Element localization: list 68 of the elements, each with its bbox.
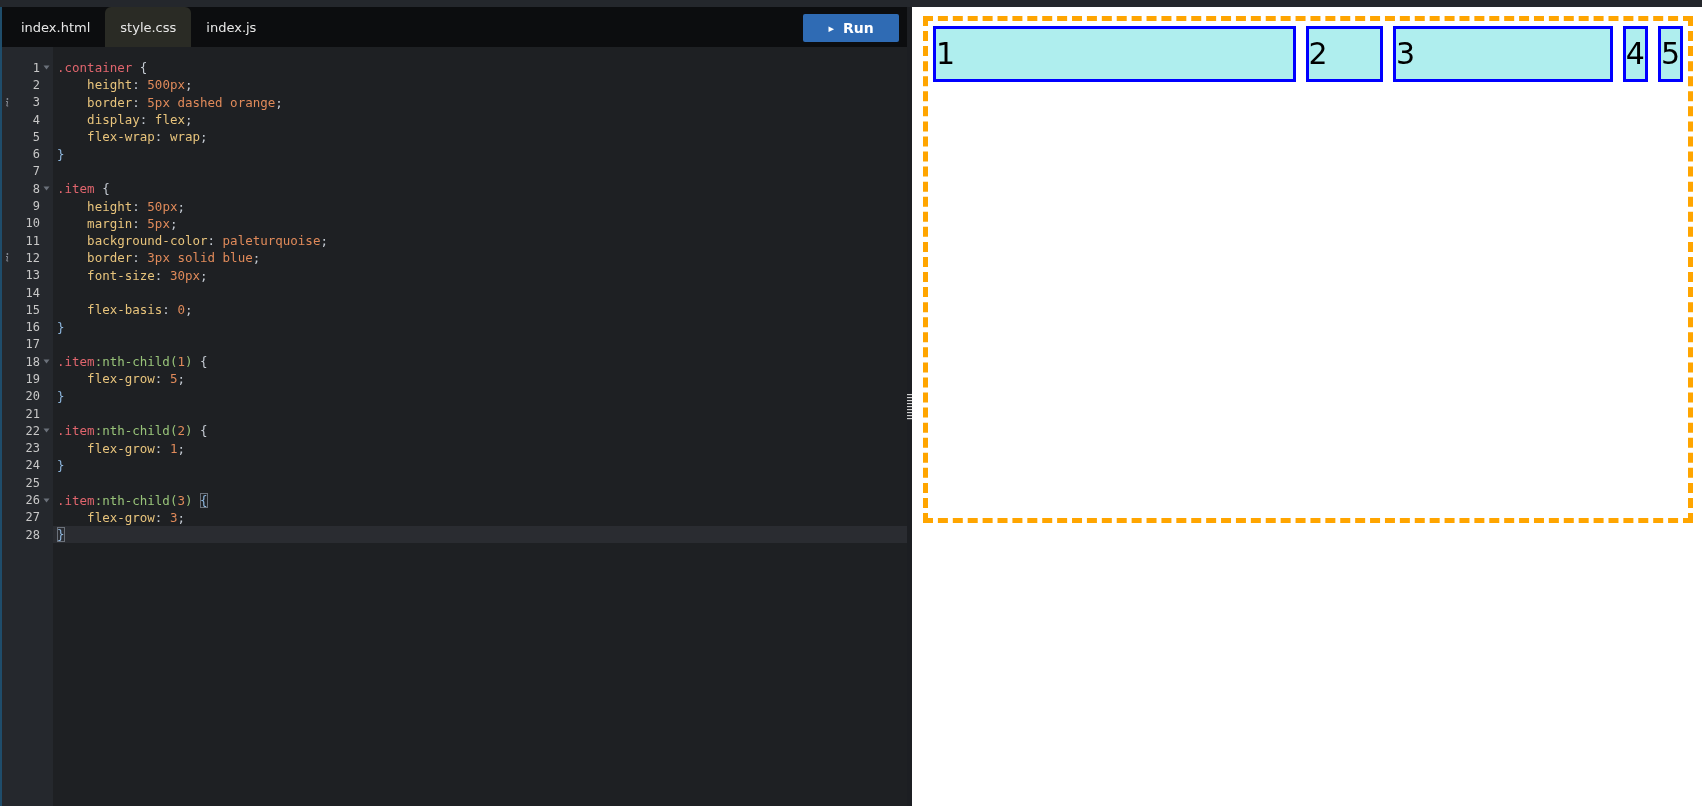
grip-icon[interactable]: [907, 392, 912, 421]
code-text: border: 3px solid blue;: [86, 250, 261, 266]
code-text: .item:nth-child(2) {: [57, 423, 208, 439]
flex-item: 2: [1305, 26, 1383, 82]
line-number: 14: [24, 285, 40, 300]
code-text: .item:nth-child(3) {: [57, 492, 208, 508]
line-number: 24: [24, 458, 40, 473]
code-text: }: [57, 527, 65, 543]
flex-item: 4: [1622, 26, 1648, 82]
file-tab[interactable]: index.js: [191, 7, 272, 47]
line-number: 26: [24, 493, 40, 508]
line-number: 20: [24, 389, 40, 404]
code-text: flex-grow: 1;: [86, 440, 185, 456]
line-number: 8: [31, 181, 40, 196]
file-tab[interactable]: index.html: [6, 7, 106, 47]
code-text: flex-grow: 5;: [86, 371, 185, 387]
flex-item: 3: [1392, 26, 1613, 82]
code-text: }: [57, 457, 65, 473]
code-text: flex-wrap: wrap;: [86, 129, 208, 145]
code-text: height: 500px;: [86, 77, 193, 93]
code-text: display: flex;: [86, 112, 193, 128]
info-icon: [5, 253, 9, 263]
line-number: 19: [24, 372, 40, 386]
code-text: .item {: [57, 181, 110, 197]
line-number: 2: [31, 77, 40, 92]
line-number: 5: [31, 129, 40, 144]
line-number: 23: [24, 441, 40, 456]
line-number: 7: [31, 164, 40, 179]
code-text: flex-grow: 3;: [86, 509, 185, 525]
line-number: 22: [24, 423, 40, 438]
line-number: 4: [31, 112, 40, 127]
line-number: 13: [24, 268, 40, 283]
code-text: height: 50px;: [86, 198, 185, 214]
code-text: background-color: paleturquoise;: [86, 233, 328, 249]
fold-arrow-icon[interactable]: [42, 428, 50, 434]
info-icon: [5, 97, 9, 107]
fold-arrow-icon[interactable]: [42, 497, 50, 503]
line-number: 28: [24, 527, 40, 542]
code-text: border: 5px dashed orange;: [86, 94, 283, 110]
fold-arrow-icon[interactable]: [42, 359, 50, 365]
code-text: .container {: [57, 60, 148, 76]
code-text: .item:nth-child(1) {: [57, 354, 208, 370]
code-text: flex-basis: 0;: [86, 302, 193, 318]
code-text: font-size: 30px;: [86, 267, 208, 283]
fold-arrow-icon[interactable]: [42, 65, 50, 71]
line-number: 15: [24, 302, 40, 317]
code-text: margin: 5px;: [86, 215, 178, 231]
line-number: 27: [24, 510, 40, 525]
line-number: 25: [24, 475, 40, 490]
run-button[interactable]: ▸ Run: [803, 14, 899, 42]
line-number: 12: [24, 250, 40, 265]
line-number: 18: [24, 354, 40, 369]
line-number: 10: [24, 216, 40, 231]
line-number: 6: [31, 147, 40, 162]
file-tab[interactable]: style.css: [105, 7, 192, 47]
flex-item: 5: [1657, 26, 1683, 82]
line-number: 3: [31, 95, 40, 110]
fold-arrow-icon[interactable]: [42, 186, 50, 192]
line-number: 9: [31, 199, 40, 213]
line-number: 21: [24, 406, 40, 421]
line-number: 16: [24, 320, 40, 335]
flex-item: 1: [933, 26, 1296, 82]
line-number: 17: [24, 337, 40, 352]
code-text: }: [57, 146, 65, 162]
line-number: 1: [31, 60, 40, 75]
line-number: 11: [24, 233, 40, 248]
code-text: }: [57, 319, 65, 335]
code-text: }: [57, 388, 65, 404]
